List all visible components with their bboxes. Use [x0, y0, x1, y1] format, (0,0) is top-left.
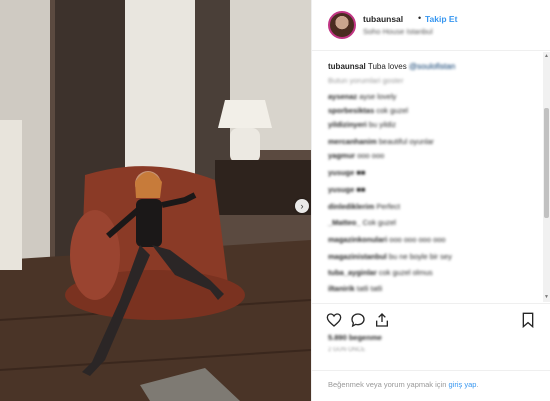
- photo-illustration: [0, 0, 311, 401]
- comment-row: dinlediklerim Perfect: [328, 202, 400, 211]
- next-photo-button[interactable]: ›: [295, 199, 309, 213]
- comment-text: ayse lovely: [359, 92, 397, 101]
- comment-user[interactable]: yusuge: [328, 185, 354, 194]
- caption-tag[interactable]: @soulofistan: [409, 62, 455, 71]
- comment-text: ■■: [356, 168, 366, 177]
- comment-row: magazinistanbul bu ne boyle bir sey: [328, 252, 452, 261]
- login-prompt: Beğenmek veya yorum yapmak için giriş ya…: [312, 370, 550, 401]
- comment-row: iltanirik tatli tatli: [328, 284, 382, 293]
- instagram-post: › tubaunsal • Takip Et Soho House Istanb…: [0, 0, 550, 401]
- heart-icon[interactable]: [326, 312, 342, 328]
- comment-text: beautiful oyunlar: [378, 137, 434, 146]
- comment-text: bu yildiz: [368, 120, 396, 129]
- comment-row: _Matteo_ Cok guzel: [328, 218, 396, 227]
- comment-user[interactable]: magazinistanbul: [328, 252, 387, 261]
- login-prefix: Beğenmek veya yorum yapmak için: [328, 380, 447, 389]
- scroll-down-arrow-icon[interactable]: ▼: [543, 293, 550, 302]
- location-link[interactable]: Soho House Istanbul: [363, 27, 433, 36]
- comment-row: yagmur ooo ooo: [328, 151, 384, 160]
- share-icon[interactable]: [374, 312, 390, 328]
- comment-user[interactable]: iltanirik: [328, 284, 355, 293]
- comment-user[interactable]: yagmur: [328, 151, 355, 160]
- bookmark-icon[interactable]: [520, 312, 536, 328]
- caption-username[interactable]: tubaunsal: [328, 62, 366, 71]
- follow-button[interactable]: Takip Et: [425, 14, 457, 24]
- comment-row: tuba_ayginlar cok guzel olmus: [328, 268, 433, 277]
- caption-text: Tuba loves: [367, 62, 407, 71]
- likes-count[interactable]: 5.890 begenme: [328, 333, 382, 342]
- comment-user[interactable]: sporbesiktas: [328, 106, 374, 115]
- comment-row: yusuge ■■: [328, 185, 365, 194]
- comment-text: bu ne boyle bir sey: [388, 252, 452, 261]
- action-bar: [312, 303, 550, 335]
- comment-text: Cok guzel: [362, 218, 396, 227]
- comment-user[interactable]: mercanhanim: [328, 137, 377, 146]
- avatar[interactable]: [328, 11, 356, 39]
- post-photo[interactable]: ›: [0, 0, 311, 401]
- comment-icon[interactable]: [350, 312, 366, 328]
- comment-text: ■■: [356, 185, 366, 194]
- comment-row: aysenaz ayse lovely: [328, 92, 396, 101]
- scroll-thumb[interactable]: [544, 108, 549, 218]
- comments-section: tubaunsal Tuba loves @soulofistan Butun …: [312, 52, 542, 302]
- comment-text: cok guzel olmus: [378, 268, 433, 277]
- header-separator: •: [418, 13, 422, 23]
- comment-text: cok guzel: [376, 106, 409, 115]
- load-more-comments-button[interactable]: Butun yorumlari goster: [328, 76, 403, 85]
- comment-user[interactable]: dinlediklerim: [328, 202, 374, 211]
- comments-scrollbar[interactable]: ▲ ▼: [543, 52, 550, 302]
- comment-user[interactable]: yildizinyeri: [328, 120, 367, 129]
- comment-row: mercanhanim beautiful oyunlar: [328, 137, 434, 146]
- comment-text: ooo ooo: [357, 151, 385, 160]
- comment-row: sporbesiktas cok guzel: [328, 106, 408, 115]
- comment-user[interactable]: tuba_ayginlar: [328, 268, 377, 277]
- post-header: tubaunsal • Takip Et Soho House Istanbul: [312, 0, 550, 51]
- comment-row: magazinkonulari ooo ooo ooo ooo: [328, 235, 446, 244]
- comment-row: yusuge ■■: [328, 168, 365, 177]
- comment-row: yildizinyeri bu yildiz: [328, 120, 396, 129]
- comment-user[interactable]: _Matteo_: [328, 218, 361, 227]
- login-text: Beğenmek veya yorum yapmak için giriş ya…: [328, 379, 538, 390]
- login-suffix: .: [476, 380, 479, 389]
- comment-user[interactable]: aysenaz: [328, 92, 357, 101]
- comment-text: Perfect: [376, 202, 401, 211]
- login-link[interactable]: giriş yap: [448, 380, 476, 389]
- post-caption: tubaunsal Tuba loves @soulofistan: [328, 62, 455, 71]
- scroll-up-arrow-icon[interactable]: ▲: [543, 52, 550, 61]
- comment-user[interactable]: yusuge: [328, 168, 354, 177]
- comment-user[interactable]: magazinkonulari: [328, 235, 387, 244]
- header-username[interactable]: tubaunsal: [363, 14, 403, 24]
- post-time[interactable]: 2 GUN ONCE: [328, 347, 365, 353]
- post-sidebar: tubaunsal • Takip Et Soho House Istanbul…: [311, 0, 550, 401]
- comment-text: tatli tatli: [356, 284, 383, 293]
- comment-text: ooo ooo ooo ooo: [389, 235, 446, 244]
